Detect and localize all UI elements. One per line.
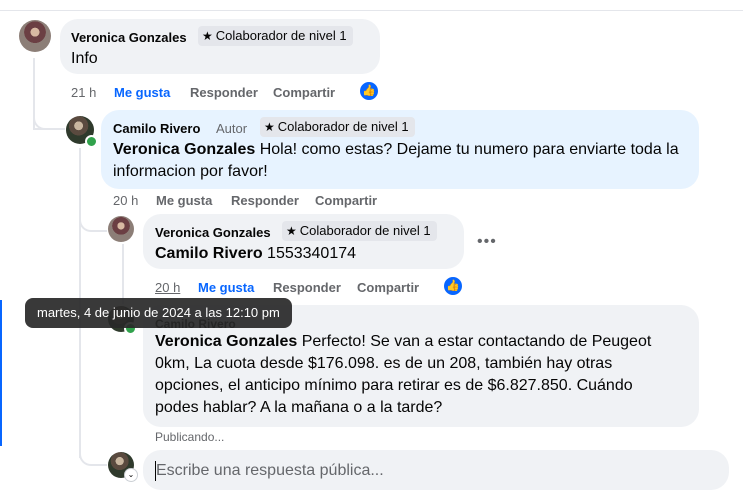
share-button[interactable]: Compartir xyxy=(273,85,335,100)
badge-label: Colaborador de nivel 1 xyxy=(277,119,409,134)
publishing-status: Publicando... xyxy=(155,430,225,444)
author-name[interactable]: Veronica Gonzales xyxy=(155,225,271,240)
mention-link[interactable]: Camilo Rivero xyxy=(155,245,263,262)
reply-button[interactable]: Responder xyxy=(273,280,341,295)
comment-time[interactable]: 20 h xyxy=(155,280,180,295)
contributor-badge[interactable]: ★ Colaborador de nivel 1 xyxy=(260,117,415,137)
avatar[interactable] xyxy=(108,216,134,242)
contributor-badge[interactable]: ★ Colaborador de nivel 1 xyxy=(282,221,437,241)
comment-time[interactable]: 20 h xyxy=(113,193,138,208)
like-button[interactable]: Me gusta xyxy=(114,85,170,100)
star-icon: ★ xyxy=(264,120,275,134)
share-button[interactable]: Compartir xyxy=(357,280,419,295)
reply-placeholder: Escribe una respuesta pública... xyxy=(156,462,384,479)
comment-text: Camilo Rivero 1553340174 xyxy=(155,243,455,265)
badge-label: Colaborador de nivel 1 xyxy=(299,223,431,238)
online-indicator xyxy=(85,135,98,148)
reply-button[interactable]: Responder xyxy=(190,85,258,100)
thread-connector xyxy=(79,440,107,466)
reply-input[interactable]: Escribe una respuesta pública... xyxy=(143,450,729,490)
comment-text: Veronica Gonzales Hola! como estas? Deja… xyxy=(113,139,693,183)
thread-line xyxy=(122,244,124,304)
comment-text: Veronica Gonzales Perfecto! Se van a est… xyxy=(155,331,675,419)
mention-link[interactable]: Veronica Gonzales xyxy=(113,141,255,158)
star-icon: ★ xyxy=(286,224,297,238)
like-button[interactable]: Me gusta xyxy=(198,280,254,295)
thread-connector xyxy=(79,210,107,232)
like-button[interactable]: Me gusta xyxy=(156,193,212,208)
badge-label: Colaborador de nivel 1 xyxy=(215,28,347,43)
thread-connector xyxy=(33,100,65,130)
avatar[interactable] xyxy=(19,20,51,52)
author-name[interactable]: Veronica Gonzales xyxy=(71,30,187,45)
more-options-icon[interactable]: ••• xyxy=(477,233,497,251)
reply-button[interactable]: Responder xyxy=(231,193,299,208)
thumbs-up-icon[interactable]: 👍 xyxy=(358,80,380,102)
chevron-down-icon[interactable]: ⌄ xyxy=(124,468,138,482)
mention-link[interactable]: Veronica Gonzales xyxy=(155,333,297,350)
comment-time[interactable]: 21 h xyxy=(71,85,96,100)
contributor-badge[interactable]: ★ Colaborador de nivel 1 xyxy=(198,26,353,46)
left-selection-bar xyxy=(0,300,2,446)
share-button[interactable]: Compartir xyxy=(315,193,377,208)
thumbs-up-icon[interactable]: 👍 xyxy=(442,275,464,297)
star-icon: ★ xyxy=(202,29,213,43)
top-divider xyxy=(0,10,743,11)
text-cursor xyxy=(155,461,156,481)
comment-text: Info xyxy=(71,50,98,67)
comment-message: 1553340174 xyxy=(262,245,357,262)
timestamp-tooltip: martes, 4 de junio de 2024 a las 12:10 p… xyxy=(25,298,292,328)
author-label: Autor xyxy=(216,121,248,136)
author-name[interactable]: Camilo Rivero xyxy=(113,121,200,136)
